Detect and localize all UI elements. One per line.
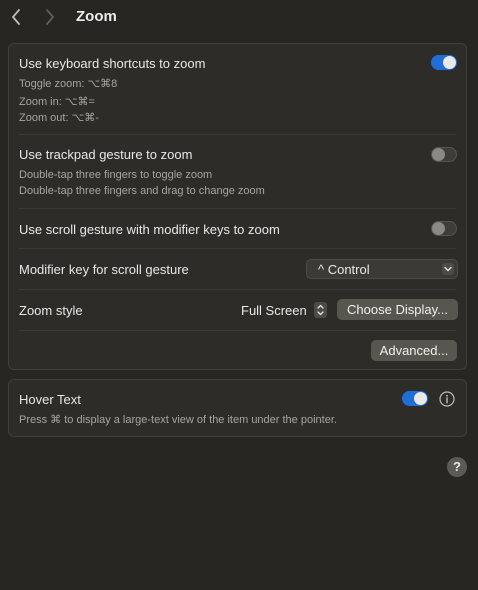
hover-text-panel: Hover Text Press ⌘ to display a large-te… bbox=[8, 379, 467, 437]
modifier-key-value: ^ Control bbox=[318, 262, 370, 277]
chevron-right-icon bbox=[46, 9, 54, 25]
zoom-style-value: Full Screen bbox=[241, 303, 307, 318]
toggle-knob bbox=[414, 392, 427, 405]
scroll-gesture-toggle[interactable] bbox=[431, 221, 457, 236]
modifier-key-select[interactable]: ^ Control bbox=[306, 259, 458, 279]
hover-text-toggle[interactable] bbox=[402, 391, 428, 406]
zoom-out-shortcut: Zoom out: ⌥⌘- bbox=[19, 112, 99, 124]
toggle-knob bbox=[443, 56, 456, 69]
scroll-gesture-label: Use scroll gesture with modifier keys to… bbox=[19, 222, 280, 237]
help-button[interactable]: ? bbox=[447, 457, 467, 477]
choose-display-button[interactable]: Choose Display... bbox=[337, 299, 458, 320]
toggle-knob bbox=[432, 148, 445, 161]
keyboard-shortcuts-toggle[interactable] bbox=[431, 55, 457, 70]
page-title: Zoom bbox=[76, 8, 117, 25]
toggle-knob bbox=[432, 222, 445, 235]
trackpad-gesture-label: Use trackpad gesture to zoom bbox=[19, 147, 193, 162]
modifier-key-label: Modifier key for scroll gesture bbox=[19, 262, 189, 277]
trackpad-hint-drag: Double-tap three fingers and drag to cha… bbox=[19, 185, 265, 197]
keyboard-shortcuts-label: Use keyboard shortcuts to zoom bbox=[19, 56, 206, 71]
stepper-updown-icon bbox=[314, 302, 327, 318]
zoom-style-row: Zoom style Full Screen Choose Display... bbox=[19, 290, 458, 330]
hover-text-description: Press ⌘ to display a large-text view of … bbox=[19, 414, 337, 426]
zoom-in-shortcut: Zoom in: ⌥⌘= bbox=[19, 96, 95, 108]
divider bbox=[19, 330, 456, 331]
advanced-button[interactable]: Advanced... bbox=[371, 340, 457, 361]
toolbar: Zoom bbox=[0, 0, 478, 34]
toggle-zoom-shortcut: Toggle zoom: ⌥⌘8 bbox=[19, 78, 118, 90]
zoom-settings-panel: Use keyboard shortcuts to zoom Toggle zo… bbox=[8, 43, 467, 370]
info-icon[interactable] bbox=[439, 391, 455, 407]
chevron-down-icon bbox=[442, 263, 454, 275]
hover-text-label: Hover Text bbox=[19, 392, 81, 407]
scroll-gesture-row: Use scroll gesture with modifier keys to… bbox=[19, 209, 457, 248]
forward-button[interactable] bbox=[40, 6, 60, 28]
trackpad-hint-toggle: Double-tap three fingers to toggle zoom bbox=[19, 169, 213, 181]
trackpad-gesture-toggle[interactable] bbox=[431, 147, 457, 162]
chevron-left-icon bbox=[12, 9, 20, 25]
modifier-key-row: Modifier key for scroll gesture ^ Contro… bbox=[19, 249, 458, 289]
zoom-style-label: Zoom style bbox=[19, 303, 83, 318]
keyboard-shortcuts-row: Use keyboard shortcuts to zoom Toggle zo… bbox=[19, 44, 457, 134]
back-button[interactable] bbox=[6, 6, 26, 28]
trackpad-gesture-row: Use trackpad gesture to zoom Double-tap … bbox=[19, 135, 457, 208]
